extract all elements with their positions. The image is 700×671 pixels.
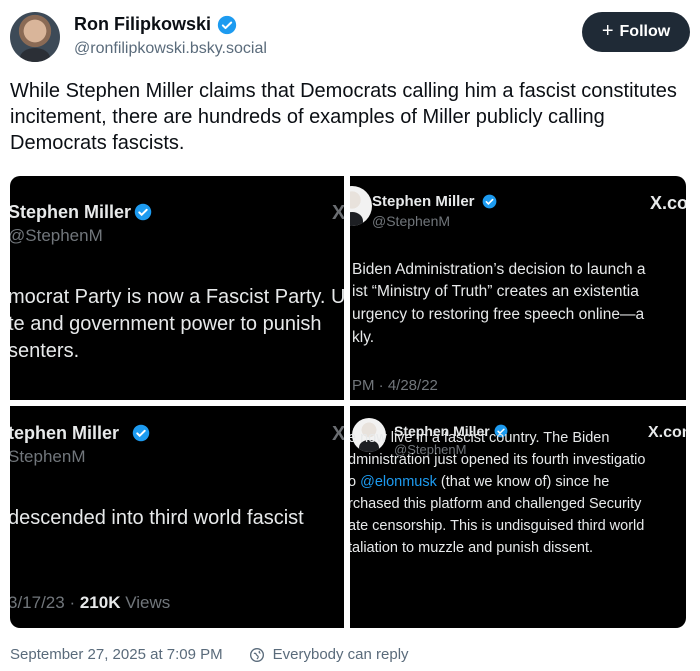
globe-icon <box>249 647 264 662</box>
tweet-timestamp: PM · 4/28/22 <box>352 377 438 394</box>
tweet-text-line: taliation to muzzle and punish dissent. <box>350 540 594 556</box>
tweet-author-handle: @StephenM <box>372 213 451 229</box>
verified-badge-icon <box>482 194 497 209</box>
tweet-text-line: Biden Administration’s decision to launc… <box>352 261 646 278</box>
tweet-author-handle: @StephenM <box>10 226 103 245</box>
tweet-meta: 3/17/23 · 210K Views <box>10 593 170 613</box>
verified-badge-icon <box>217 15 237 34</box>
tweet-text-fragment: (that we know of) since he <box>436 474 610 490</box>
verified-badge-icon <box>134 203 152 221</box>
post-timestamp[interactable]: September 27, 2025 at 7:09 PM <box>10 646 223 663</box>
tweet-text-line: e now live in a fascist country. The Bid… <box>350 430 610 446</box>
author-handle[interactable]: @ronfilipkowski.bsky.social <box>74 40 267 58</box>
author-name-row: Ron Filipkowski <box>74 14 237 35</box>
x-logo-icon: X <box>332 202 344 224</box>
x-logo-text: X.co <box>650 193 686 213</box>
tweet-text-line: urgency to restoring free speech online—… <box>352 306 645 323</box>
post-text: While Stephen Miller claims that Democra… <box>10 80 677 154</box>
tweet-text-line: ist “Ministry of Truth” creates an exist… <box>352 283 639 300</box>
tweet-author-handle: StephenM <box>10 447 86 466</box>
x-logo-text: X.con <box>648 424 686 441</box>
post-header: Ron Filipkowski @ronfilipkowski.bsky.soc… <box>10 10 690 66</box>
tweet-text-line: dministration just opened its fourth inv… <box>350 452 646 468</box>
tweet-text-line: te and government power to punish <box>10 313 322 335</box>
tweet-text-line: rchased this platform and challenged Sec… <box>350 496 642 512</box>
tweet-views-count: 210K <box>79 593 121 612</box>
author-name[interactable]: Ron Filipkowski <box>74 14 211 35</box>
embedded-image-2[interactable]: Stephen Miller @StephenM X.co Biden Admi… <box>350 176 686 400</box>
image-grid: Stephen Miller @StephenM X mocrat Party … <box>10 176 686 628</box>
plus-icon: + <box>601 20 614 42</box>
mention-link[interactable]: @elonmusk <box>360 474 437 490</box>
reply-setting[interactable]: Everybody can reply <box>273 646 409 663</box>
tweet-text-line: ate censorship. This is undisguised thir… <box>350 518 645 534</box>
author-avatar[interactable] <box>10 12 60 62</box>
tweet-text-line: descended into third world fascist <box>10 507 304 529</box>
tweet-text-line: mocrat Party is now a Fascist Party. U <box>10 286 344 308</box>
tweet-text-fragment: o <box>350 474 357 490</box>
embedded-image-3[interactable]: tephen Miller StephenM X descended into … <box>10 406 344 628</box>
tweet-date: 3/17/23 · <box>10 593 80 612</box>
tweet-author-name: Stephen Miller <box>372 193 475 210</box>
tweet-author-name: Stephen Miller <box>10 202 132 222</box>
tweet-text-line: o @elonmusk (that we know of) since he <box>350 474 609 490</box>
follow-label: Follow <box>619 23 671 40</box>
tweet-text-line: kly. <box>352 329 375 346</box>
embedded-image-4[interactable]: Stephen Miller @StephenM X.con e now liv… <box>350 406 686 628</box>
tweet-avatar <box>350 186 372 226</box>
post-footer: September 27, 2025 at 7:09 PM Everybody … <box>10 646 409 663</box>
tweet-views-label: Views <box>120 593 171 612</box>
follow-button[interactable]: + Follow <box>582 12 690 52</box>
embedded-image-1[interactable]: Stephen Miller @StephenM X mocrat Party … <box>10 176 344 400</box>
tweet-text-line: senters. <box>10 340 80 362</box>
verified-badge-icon <box>132 424 150 442</box>
tweet-author-name: tephen Miller <box>10 423 120 443</box>
x-logo-icon: X <box>332 423 344 445</box>
